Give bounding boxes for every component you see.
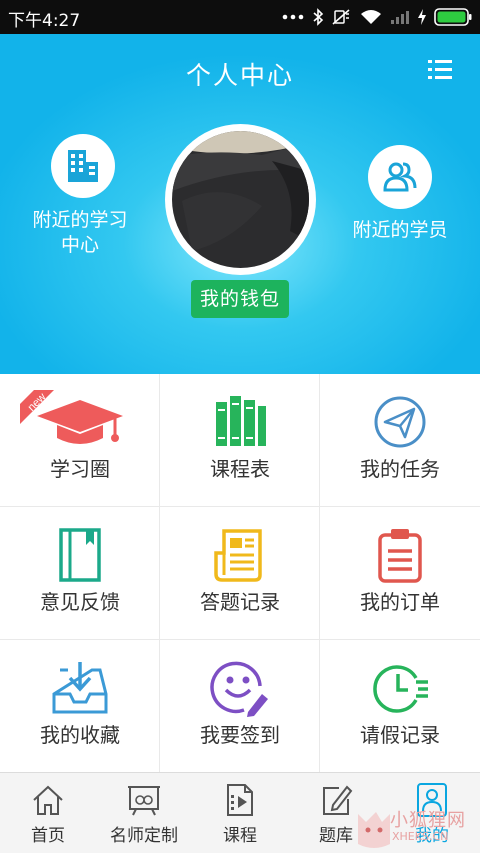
charging-icon	[418, 9, 426, 25]
tab-label: 首页	[31, 826, 65, 846]
clipboard-icon	[370, 525, 430, 585]
grid-item-leave-records[interactable]: 请假记录	[320, 640, 480, 773]
watermark-text: 小狐狸网	[390, 810, 466, 831]
status-icons	[282, 0, 472, 34]
newspaper-icon	[210, 525, 270, 585]
status-bar: 下午4:27	[0, 0, 480, 34]
fast-clock-icon	[370, 658, 430, 718]
edit-note-icon	[323, 785, 353, 815]
grid-item-label: 答题记录	[200, 590, 280, 614]
grid-item-check-in[interactable]: 我要签到	[160, 640, 320, 773]
tab-famous-teacher[interactable]: 名师定制	[96, 773, 192, 853]
my-wallet-button[interactable]: 我的钱包	[191, 280, 289, 318]
grid-item-my-orders[interactable]: 我的订单	[320, 507, 480, 640]
grid-item-my-tasks[interactable]: 我的任务	[320, 374, 480, 507]
notebook-icon	[50, 525, 110, 585]
home-icon	[33, 785, 63, 815]
nearby-study-center-label[interactable]: 附近的学习 中心	[20, 208, 140, 258]
grid-item-label: 我的订单	[360, 590, 440, 614]
signal-icon	[391, 11, 409, 24]
paper-plane-icon	[370, 392, 430, 452]
grid-item-label: 意见反馈	[40, 590, 120, 614]
battery-icon	[434, 8, 472, 26]
grid-item-label: 我的任务	[360, 457, 440, 481]
bluetooth-icon	[313, 8, 324, 26]
people-icon	[383, 162, 417, 192]
page-title: 个人中心	[185, 61, 294, 90]
inbox-download-icon	[50, 658, 110, 718]
grid-item-feedback[interactable]: 意见反馈	[0, 507, 160, 640]
nearby-students-button[interactable]	[368, 145, 432, 209]
tab-courses[interactable]: 课程	[200, 773, 280, 853]
grid-item-label: 我要签到	[200, 723, 280, 747]
smiley-pen-icon	[209, 658, 270, 718]
grid-item-schedule[interactable]: 课程表	[160, 374, 320, 507]
graduation-cap-icon	[35, 392, 125, 452]
tab-label: 课程	[223, 826, 257, 846]
watermark-domain: XHEKS.CN	[392, 830, 449, 843]
grid-item-favorites[interactable]: 我的收藏	[0, 640, 160, 773]
nearby-study-center-label-line2: 中心	[60, 234, 99, 256]
video-file-icon	[227, 784, 253, 816]
grid-item-label: 请假记录	[360, 723, 440, 747]
building-icon	[68, 150, 98, 182]
avatar[interactable]	[172, 131, 309, 268]
nearby-study-center-label-line1: 附近的学习	[32, 209, 128, 231]
tab-home[interactable]: 首页	[8, 773, 88, 853]
feature-grid: new 学习圈 课程表 我的任务 意见反馈 答题记录 我的订单 我的收藏 我要签…	[0, 374, 480, 773]
list-menu-icon[interactable]	[428, 58, 452, 82]
grid-item-answer-records[interactable]: 答题记录	[160, 507, 320, 640]
wifi-icon	[361, 10, 381, 24]
status-time: 下午4:27	[8, 11, 81, 31]
nearby-study-center-button[interactable]	[51, 134, 115, 198]
tab-label: 名师定制	[110, 826, 178, 846]
nearby-students-label[interactable]: 附近的学员	[340, 218, 460, 243]
mute-icon	[332, 9, 350, 25]
more-dots-icon	[282, 14, 304, 20]
grid-item-study-circle[interactable]: new 学习圈	[0, 374, 160, 507]
teacher-board-icon	[128, 786, 160, 816]
grid-item-label: 学习圈	[50, 457, 110, 481]
grid-item-label: 课程表	[210, 457, 270, 481]
grid-item-label: 我的收藏	[40, 723, 120, 747]
books-icon	[210, 392, 270, 452]
